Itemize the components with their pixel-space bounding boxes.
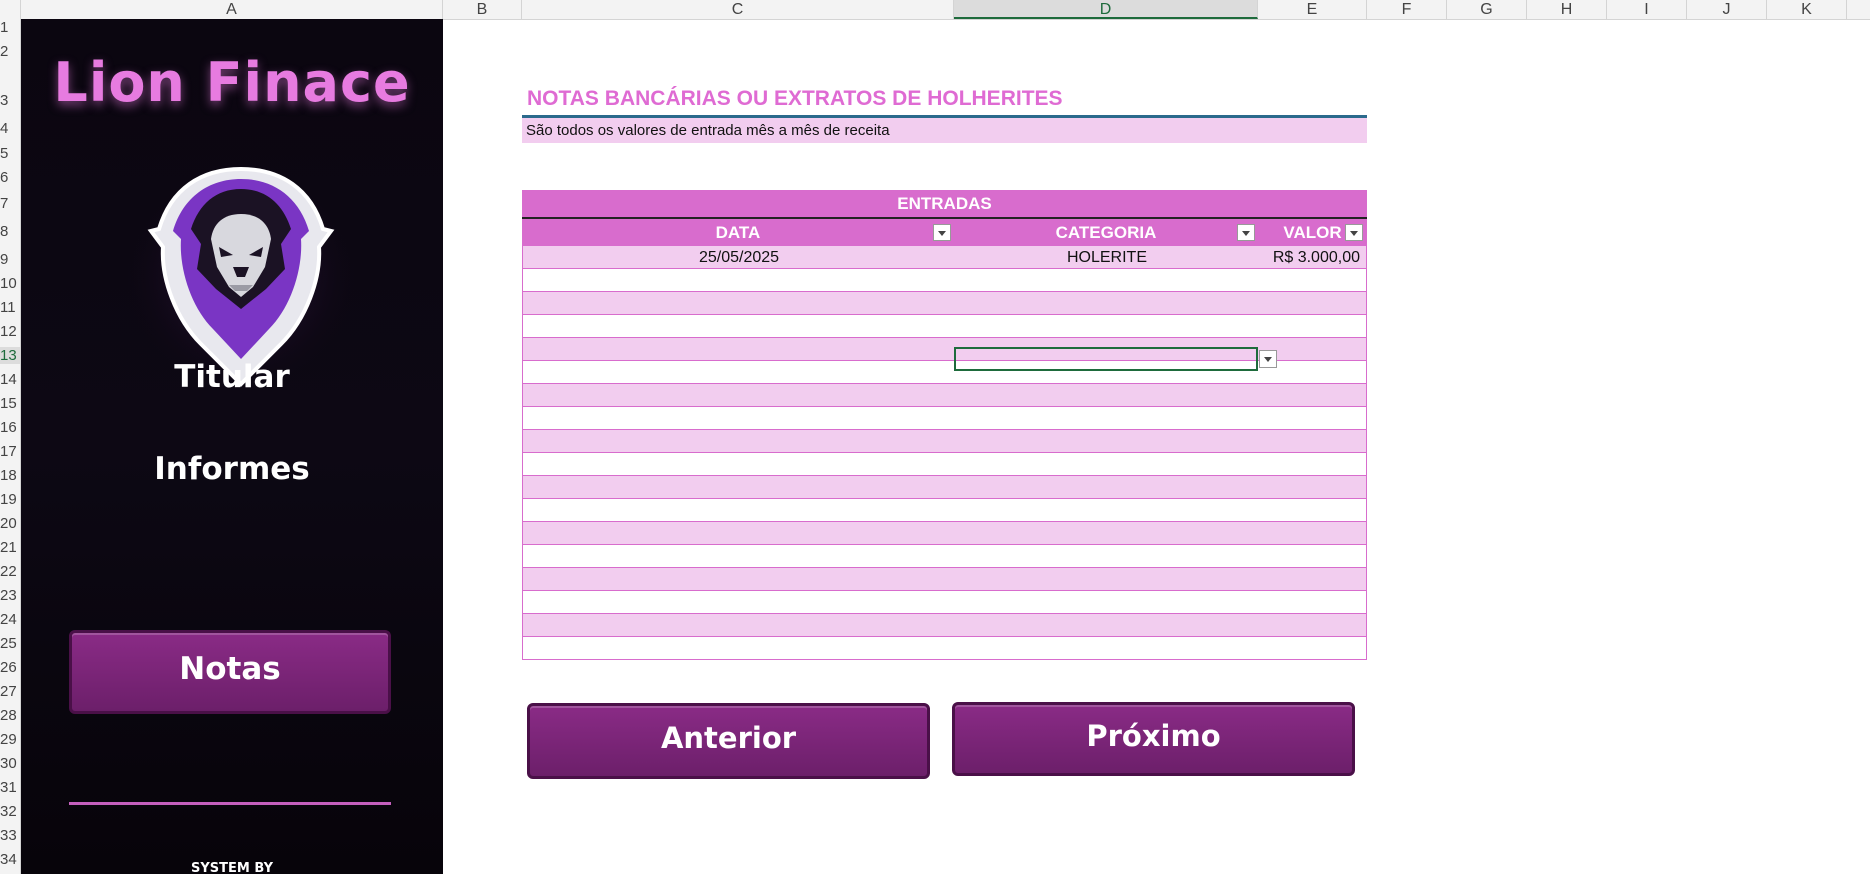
- page-subtitle: São todos os valores de entrada mês a mê…: [522, 118, 1367, 143]
- next-button[interactable]: Próximo: [952, 702, 1355, 776]
- row-header-29[interactable]: 29: [0, 731, 20, 748]
- table-row[interactable]: [522, 568, 1367, 591]
- row-header-22[interactable]: 22: [0, 563, 20, 580]
- row-header-11[interactable]: 11: [0, 299, 20, 316]
- row-header-8[interactable]: 8: [0, 223, 20, 240]
- table-row[interactable]: [522, 637, 1367, 660]
- row-header-32[interactable]: 32: [0, 803, 20, 820]
- column-header-d[interactable]: D: [954, 0, 1258, 19]
- row-header-5[interactable]: 5: [0, 145, 20, 162]
- row-header-25[interactable]: 25: [0, 635, 20, 652]
- column-header-b[interactable]: B: [443, 0, 522, 19]
- row-header-bar: 1 2 3 4 5 6 7 8 9 10 11 12 13 14 15 16 1…: [0, 19, 21, 874]
- row-header-6[interactable]: 6: [0, 169, 20, 186]
- table-row[interactable]: [522, 476, 1367, 499]
- row-header-23[interactable]: 23: [0, 587, 20, 604]
- row-header-9[interactable]: 9: [0, 251, 20, 268]
- column-header-f[interactable]: F: [1367, 0, 1447, 19]
- row-header-33[interactable]: 33: [0, 827, 20, 844]
- column-categoria-header[interactable]: CATEGORIA: [954, 219, 1258, 246]
- row-header-26[interactable]: 26: [0, 659, 20, 676]
- row-header-31[interactable]: 31: [0, 779, 20, 796]
- cell-dropdown-icon[interactable]: [1259, 350, 1277, 368]
- data-filter-dropdown-icon[interactable]: [933, 224, 951, 241]
- row-header-4[interactable]: 4: [0, 120, 20, 137]
- row-header-16[interactable]: 16: [0, 419, 20, 436]
- cell-data[interactable]: 25/05/2025: [523, 246, 955, 269]
- row-header-15[interactable]: 15: [0, 395, 20, 412]
- table-row[interactable]: [522, 545, 1367, 568]
- row-header-10[interactable]: 10: [0, 275, 20, 292]
- row-header-34[interactable]: 34: [0, 851, 20, 868]
- row-header-13[interactable]: 13: [0, 347, 20, 364]
- table-row[interactable]: [522, 430, 1367, 453]
- column-data-header[interactable]: DATA: [522, 219, 954, 246]
- menu-item-titular[interactable]: Titular: [21, 359, 443, 395]
- table-row[interactable]: [522, 522, 1367, 545]
- row-header-20[interactable]: 20: [0, 515, 20, 532]
- entradas-table: ENTRADAS DATA CATEGORIA VALOR 25/05/2025…: [522, 190, 1367, 660]
- table-column-headers: DATA CATEGORIA VALOR: [522, 219, 1367, 246]
- column-header-bar: A B C D E F G H I J K: [0, 0, 1870, 20]
- table-row[interactable]: 25/05/2025 HOLERITE R$ 3.000,00: [522, 246, 1367, 269]
- row-header-12[interactable]: 12: [0, 323, 20, 340]
- column-header-j[interactable]: J: [1687, 0, 1767, 19]
- table-row[interactable]: [522, 499, 1367, 522]
- row-header-30[interactable]: 30: [0, 755, 20, 772]
- select-all-corner[interactable]: [0, 0, 21, 19]
- row-header-28[interactable]: 28: [0, 707, 20, 724]
- menu-item-notas-button[interactable]: Notas: [69, 630, 391, 714]
- brand-title: Lion Finace: [53, 51, 411, 114]
- column-header-k[interactable]: K: [1767, 0, 1847, 19]
- column-header-h[interactable]: H: [1527, 0, 1607, 19]
- cell-valor[interactable]: R$ 3.000,00: [1259, 246, 1360, 269]
- row-header-7[interactable]: 7: [0, 195, 20, 212]
- valor-filter-dropdown-icon[interactable]: [1345, 224, 1363, 241]
- sidebar: Lion Finace Titular Informes Notas SYSTE…: [21, 19, 443, 874]
- table-row[interactable]: [522, 384, 1367, 407]
- categoria-filter-dropdown-icon[interactable]: [1237, 224, 1255, 241]
- table-row[interactable]: [522, 614, 1367, 637]
- row-header-17[interactable]: 17: [0, 443, 20, 460]
- cell-categoria[interactable]: HOLERITE: [955, 246, 1259, 269]
- table-row[interactable]: [522, 407, 1367, 430]
- column-header-e[interactable]: E: [1258, 0, 1367, 19]
- row-header-27[interactable]: 27: [0, 683, 20, 700]
- row-header-3[interactable]: 3: [0, 92, 20, 109]
- row-header-14[interactable]: 14: [0, 371, 20, 388]
- column-header-c[interactable]: C: [522, 0, 954, 19]
- table-row[interactable]: [522, 269, 1367, 292]
- system-by-label: SYSTEM BY: [191, 861, 273, 874]
- active-cell-selection[interactable]: [954, 347, 1258, 371]
- previous-button[interactable]: Anterior: [527, 703, 930, 779]
- row-header-24[interactable]: 24: [0, 611, 20, 628]
- table-row[interactable]: [522, 591, 1367, 614]
- menu-item-informes[interactable]: Informes: [21, 451, 443, 487]
- column-header-g[interactable]: G: [1447, 0, 1527, 19]
- row-header-21[interactable]: 21: [0, 539, 20, 556]
- row-header-19[interactable]: 19: [0, 491, 20, 508]
- table-row[interactable]: [522, 315, 1367, 338]
- table-header-title: ENTRADAS: [522, 190, 1367, 219]
- table-row[interactable]: [522, 453, 1367, 476]
- page-title: NOTAS BANCÁRIAS OU EXTRATOS DE HOLHERITE…: [527, 87, 1063, 110]
- column-header-a[interactable]: A: [21, 0, 443, 19]
- column-header-i[interactable]: I: [1607, 0, 1687, 19]
- row-header-2[interactable]: 2: [0, 43, 20, 60]
- table-row[interactable]: [522, 292, 1367, 315]
- sidebar-divider: [69, 802, 391, 805]
- row-header-18[interactable]: 18: [0, 467, 20, 484]
- row-header-1[interactable]: 1: [0, 19, 20, 36]
